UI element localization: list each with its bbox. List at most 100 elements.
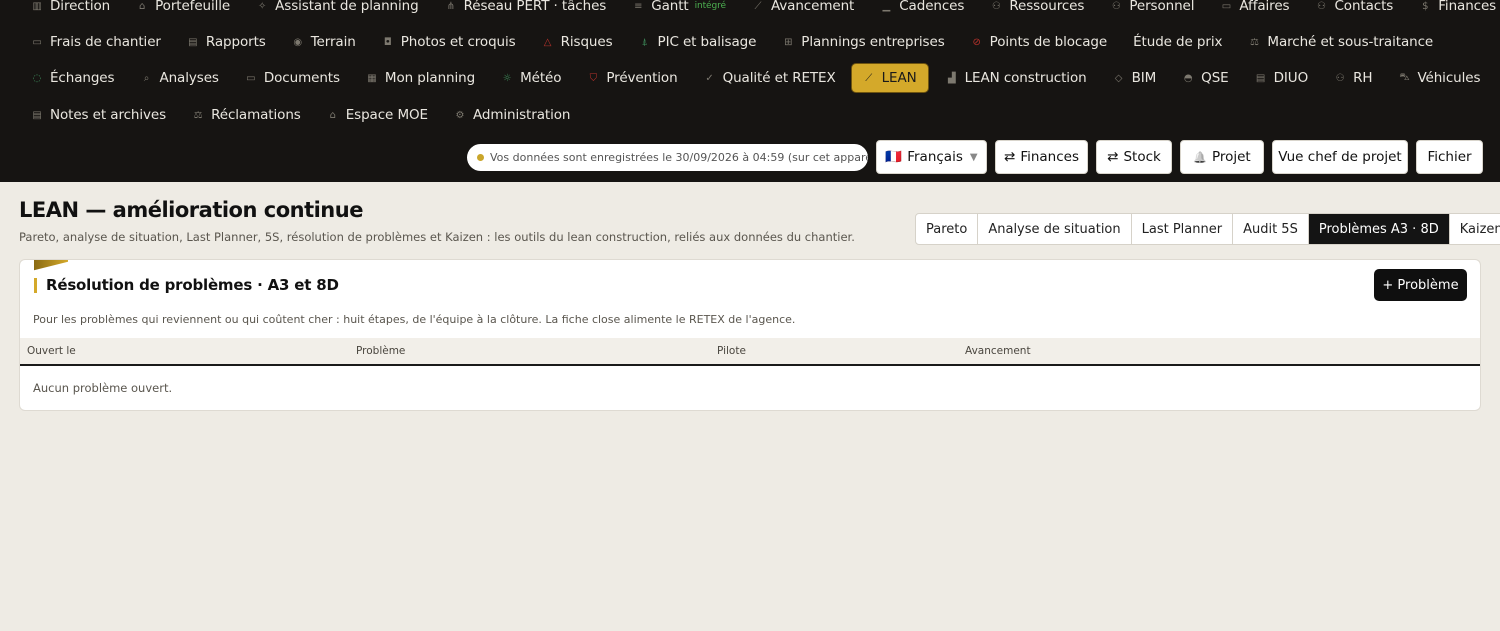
save-status: Vos données sont enregistrées le 30/09/2… <box>467 144 868 171</box>
column-progress[interactable]: Avancement <box>965 345 1031 357</box>
nav-item-echanges[interactable]: ◌ Échanges <box>20 63 123 93</box>
cube-icon: ◇ <box>1114 72 1123 84</box>
house-icon: ⌂ <box>138 0 146 12</box>
tab-problemes-a3-8d[interactable]: Problèmes A3 · 8D <box>1308 214 1450 244</box>
nav-item-risques[interactable]: △ Risques <box>531 27 622 57</box>
integrated-badge: intégré <box>694 1 726 11</box>
column-opened[interactable]: Ouvert le <box>27 345 76 357</box>
nav-item-label: Marché et sous-traitance <box>1267 34 1434 50</box>
projet-label: Projet <box>1211 149 1251 165</box>
nav-item-pic-et-balisage[interactable]: ⍋ PIC et balisage <box>628 27 766 57</box>
add-problem-button[interactable]: + Problème <box>1374 269 1467 301</box>
ticket-icon: ▭ <box>32 36 42 48</box>
home-icon: ▥ <box>32 0 42 12</box>
bar-chart-icon: ▟ <box>947 72 956 84</box>
tab-audit-5s[interactable]: Audit 5S <box>1233 214 1309 244</box>
nav-item-label: Notes et archives <box>50 107 167 123</box>
nav-item-administration[interactable]: ⚙ Administration <box>443 100 579 130</box>
nav-item-affaires[interactable]: ▭ Affaires <box>1209 0 1298 21</box>
nav-item-label: Terrain <box>310 34 356 50</box>
nav-item-rh[interactable]: ⚇ RH <box>1323 63 1381 93</box>
trend-icon: ⟋ <box>754 0 762 12</box>
nav-item-documents[interactable]: ▭ Documents <box>234 63 349 93</box>
nav-item-photos-et-croquis[interactable]: ◘ Photos et croquis <box>371 27 525 57</box>
nav-item-label: Documents <box>263 70 340 86</box>
column-pilot[interactable]: Pilote <box>717 345 746 357</box>
nav-item-meteo[interactable]: ☼ Météo <box>490 63 570 93</box>
stock-button[interactable]: ⇄ Stock <box>1096 140 1172 174</box>
card-description: Pour les problèmes qui reviennent ou qui… <box>33 313 796 326</box>
nav-item-cadences[interactable]: ▁ Cadences <box>869 0 973 21</box>
card-title-text: Résolution de problèmes · A3 et 8D <box>46 276 339 294</box>
nav-item-assistant-de-planning[interactable]: ✧ Assistant de planning <box>245 0 427 21</box>
nav-item-personnel[interactable]: ⚇ Personnel <box>1099 0 1203 21</box>
nav-item-reclamations[interactable]: ⚖ Réclamations <box>181 100 310 130</box>
nav-item-prevention[interactable]: ⛉ Prévention <box>576 63 686 93</box>
nav-item-gantt[interactable]: ≡ Gantt intégré <box>621 0 735 21</box>
nav-item-avancement[interactable]: ⟋ Avancement <box>741 0 863 21</box>
gear-icon: ⚙ <box>455 109 465 121</box>
user-plus-icon: ⚇ <box>991 0 1001 12</box>
language-label: Français <box>907 149 963 165</box>
nav-item-mon-planning[interactable]: ▦ Mon planning <box>355 63 484 93</box>
nav-item-label: DIUO <box>1273 70 1309 86</box>
nav-item-etude-de-prix[interactable]: Étude de prix <box>1122 27 1231 57</box>
fichier-button[interactable]: Fichier <box>1416 140 1483 174</box>
nav-item-label: Qualité et RETEX <box>722 70 836 86</box>
nav-item-label: Rapports <box>205 34 266 50</box>
nav-item-lean-construction[interactable]: ▟ LEAN construction <box>935 63 1096 93</box>
projet-button[interactable]: 🔔 Projet <box>1180 140 1264 174</box>
nav-item-rapports[interactable]: ▤ Rapports <box>176 27 275 57</box>
tab-pareto[interactable]: Pareto <box>916 214 979 244</box>
nav-item-lean[interactable]: ⟋ LEAN <box>850 63 929 93</box>
building-icon: ⌂ <box>329 109 336 121</box>
nav-item-analyses[interactable]: ⌕ Analyses <box>129 63 227 93</box>
card-accent-decoration <box>34 260 68 271</box>
nav-item-finances[interactable]: $ Finances <box>1408 0 1500 21</box>
nav-item-espace-moe[interactable]: ⌂ Espace MOE <box>316 100 437 130</box>
card-title: Résolution de problèmes · A3 et 8D <box>34 276 339 294</box>
chef-projet-button[interactable]: Vue chef de projet <box>1272 140 1408 174</box>
nav-item-points-de-blocage[interactable]: ⊘ Points de blocage <box>960 27 1116 57</box>
nav-item-portefeuille[interactable]: ⌂ Portefeuille <box>125 0 239 21</box>
calendar-icon: ▦ <box>367 72 377 84</box>
language-select[interactable]: 🇫🇷 Français ▼ <box>876 140 987 174</box>
network-icon: ⋔ <box>446 0 455 12</box>
caret-down-icon: ▼ <box>969 151 978 163</box>
report-icon: ▤ <box>188 36 198 48</box>
nav-item-vehicules[interactable]: ⛍ Véhicules <box>1387 63 1489 93</box>
nav-item-reseau-pert-taches[interactable]: ⋔ Réseau PERT · tâches <box>434 0 616 21</box>
tab-analyse-de-situation[interactable]: Analyse de situation <box>978 214 1132 244</box>
nav-item-diuo[interactable]: ▤ DIUO <box>1244 63 1317 93</box>
nav-item-plannings-entreprises[interactable]: ⊞ Plannings entreprises <box>771 27 953 57</box>
tab-last-planner[interactable]: Last Planner <box>1132 214 1234 244</box>
nav-item-qualite-et-retex[interactable]: ✓ Qualité et RETEX <box>693 63 845 93</box>
nav-item-label: Points de blocage <box>989 34 1108 50</box>
nav-item-label: Finances <box>1438 0 1497 14</box>
column-problem[interactable]: Problème <box>356 345 405 357</box>
contact-icon: ⚇ <box>1317 0 1326 12</box>
nav-item-qse[interactable]: ◓ QSE <box>1171 63 1237 93</box>
finances-button[interactable]: ⇄ Finances <box>995 140 1088 174</box>
weather-icon: ☼ <box>502 72 512 84</box>
nav-item-label: Échanges <box>50 70 115 86</box>
nav-item-terrain[interactable]: ◉ Terrain <box>281 27 365 57</box>
nav-item-contacts[interactable]: ⚇ Contacts <box>1304 0 1402 21</box>
nav-item-label: Réseau PERT · tâches <box>463 0 607 14</box>
nav-item-frais-de-chantier[interactable]: ▭ Frais de chantier <box>20 27 170 57</box>
nav-item-label: BIM <box>1131 70 1157 86</box>
nav-item-ressources[interactable]: ⚇ Ressources <box>979 0 1093 21</box>
nav-item-marche-et-sous-traitance[interactable]: ⚖ Marché et sous-traitance <box>1237 27 1442 57</box>
nav-item-notes-et-archives[interactable]: ▤ Notes et archives <box>20 100 175 130</box>
nav-item-label: Photos et croquis <box>400 34 516 50</box>
trend-icon: ⟋ <box>865 72 873 84</box>
check-icon: ✓ <box>705 72 714 84</box>
tab-kaizen[interactable]: Kaizen <box>1450 214 1500 244</box>
finances-label: Finances <box>1020 149 1079 165</box>
title-bar-decoration <box>34 277 37 293</box>
nav-item-direction[interactable]: ▥ Direction <box>20 0 119 21</box>
nav-item-label: QSE <box>1201 70 1229 86</box>
swap-icon: ⇄ <box>1004 149 1016 165</box>
nav-item-bim[interactable]: ◇ BIM <box>1102 63 1166 93</box>
ban-icon: ⊘ <box>972 36 981 48</box>
